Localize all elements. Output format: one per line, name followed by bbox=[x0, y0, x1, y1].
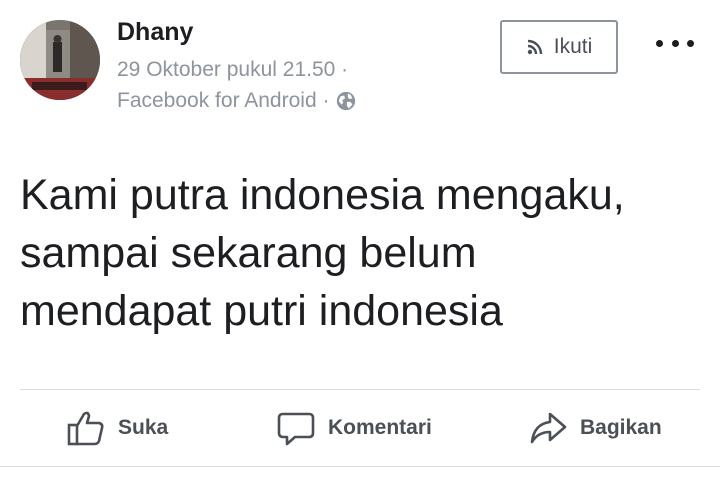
bottom-divider bbox=[0, 466, 720, 467]
post-text-line: sampai sekarang belum bbox=[20, 229, 477, 277]
post-source-row: Facebook for Android · bbox=[117, 89, 357, 113]
share-arrow-icon bbox=[530, 412, 567, 444]
globe-icon bbox=[337, 91, 356, 111]
actions-divider bbox=[20, 389, 700, 390]
comment-label: Komentari bbox=[328, 416, 432, 439]
follow-button[interactable]: Ikuti bbox=[500, 20, 618, 74]
comment-bubble-icon bbox=[277, 412, 315, 446]
post-source: Facebook for Android · bbox=[117, 89, 330, 112]
post-body: Kami putra indonesia mengaku, sampai sek… bbox=[20, 166, 710, 340]
share-label: Bagikan bbox=[580, 416, 662, 439]
follow-label: Ikuti bbox=[553, 35, 593, 58]
more-dot bbox=[671, 39, 679, 47]
post-text-line: mendapat putri indonesia bbox=[20, 287, 503, 335]
comment-button[interactable]: Komentari bbox=[276, 405, 432, 451]
like-button[interactable]: Suka bbox=[66, 405, 168, 451]
like-label: Suka bbox=[118, 416, 169, 439]
rss-icon bbox=[527, 39, 542, 55]
post-text-line: Kami putra indonesia mengaku, bbox=[20, 171, 625, 219]
share-button[interactable]: Bagikan bbox=[528, 405, 662, 451]
avatar[interactable] bbox=[20, 20, 100, 100]
avatar-photo bbox=[20, 20, 100, 100]
more-dot bbox=[687, 39, 694, 47]
more-dot bbox=[656, 39, 663, 47]
thumbs-up-icon bbox=[67, 411, 104, 446]
more-options-icon[interactable] bbox=[656, 30, 694, 56]
author-name[interactable]: Dhany bbox=[117, 18, 193, 47]
post-timestamp[interactable]: 29 Oktober pukul 21.50 · bbox=[117, 58, 348, 82]
